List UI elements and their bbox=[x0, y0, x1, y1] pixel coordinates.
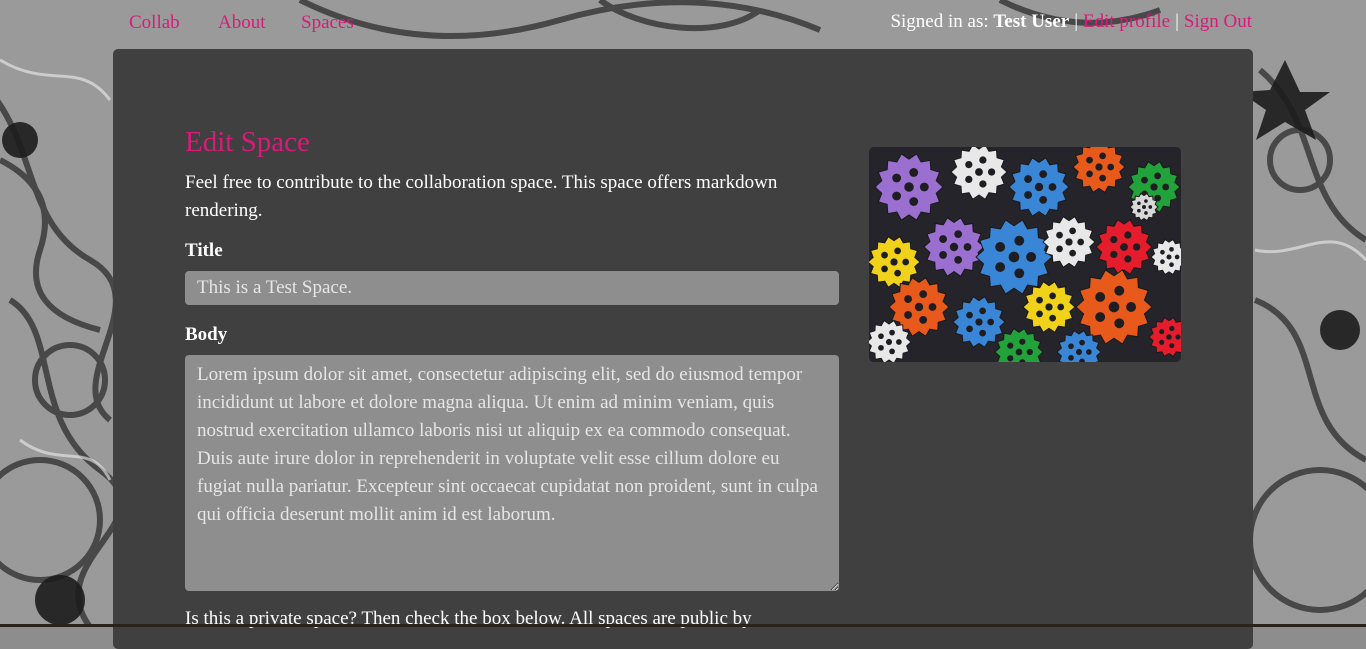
page-title: Edit Space bbox=[185, 126, 310, 158]
title-label: Title bbox=[185, 240, 223, 261]
title-input[interactable] bbox=[185, 271, 839, 305]
main-panel: Edit Space Feel free to contribute to th… bbox=[113, 49, 1253, 649]
body-label: Body bbox=[185, 324, 228, 345]
private-space-note: Is this a private space? Then check the … bbox=[185, 608, 752, 629]
edit-space-form: Edit Space Feel free to contribute to th… bbox=[185, 123, 839, 633]
nav-link-about[interactable]: About bbox=[218, 12, 266, 34]
nav-link-collab[interactable]: Collab bbox=[129, 12, 180, 34]
separator: | bbox=[1074, 11, 1079, 32]
user-name: Test User bbox=[993, 11, 1070, 32]
separator: | bbox=[1175, 11, 1179, 32]
body-textarea[interactable]: Lorem ipsum dolor sit amet, consectetur … bbox=[185, 355, 839, 591]
edit-profile-link[interactable]: Edit profile bbox=[1083, 11, 1170, 32]
top-navigation: Collab About Spaces Signed in as: Test U… bbox=[0, 0, 1366, 48]
signed-in-label: Signed in as: bbox=[890, 11, 989, 32]
intro-text: Feel free to contribute to the collabora… bbox=[185, 172, 778, 221]
nav-link-spaces[interactable]: Spaces bbox=[301, 12, 354, 34]
colorful-gears-image bbox=[869, 147, 1181, 362]
account-status: Signed in as: Test User | Edit profile | Sig… bbox=[890, 11, 1252, 33]
sign-out-link[interactable]: Sign Out bbox=[1184, 11, 1252, 32]
